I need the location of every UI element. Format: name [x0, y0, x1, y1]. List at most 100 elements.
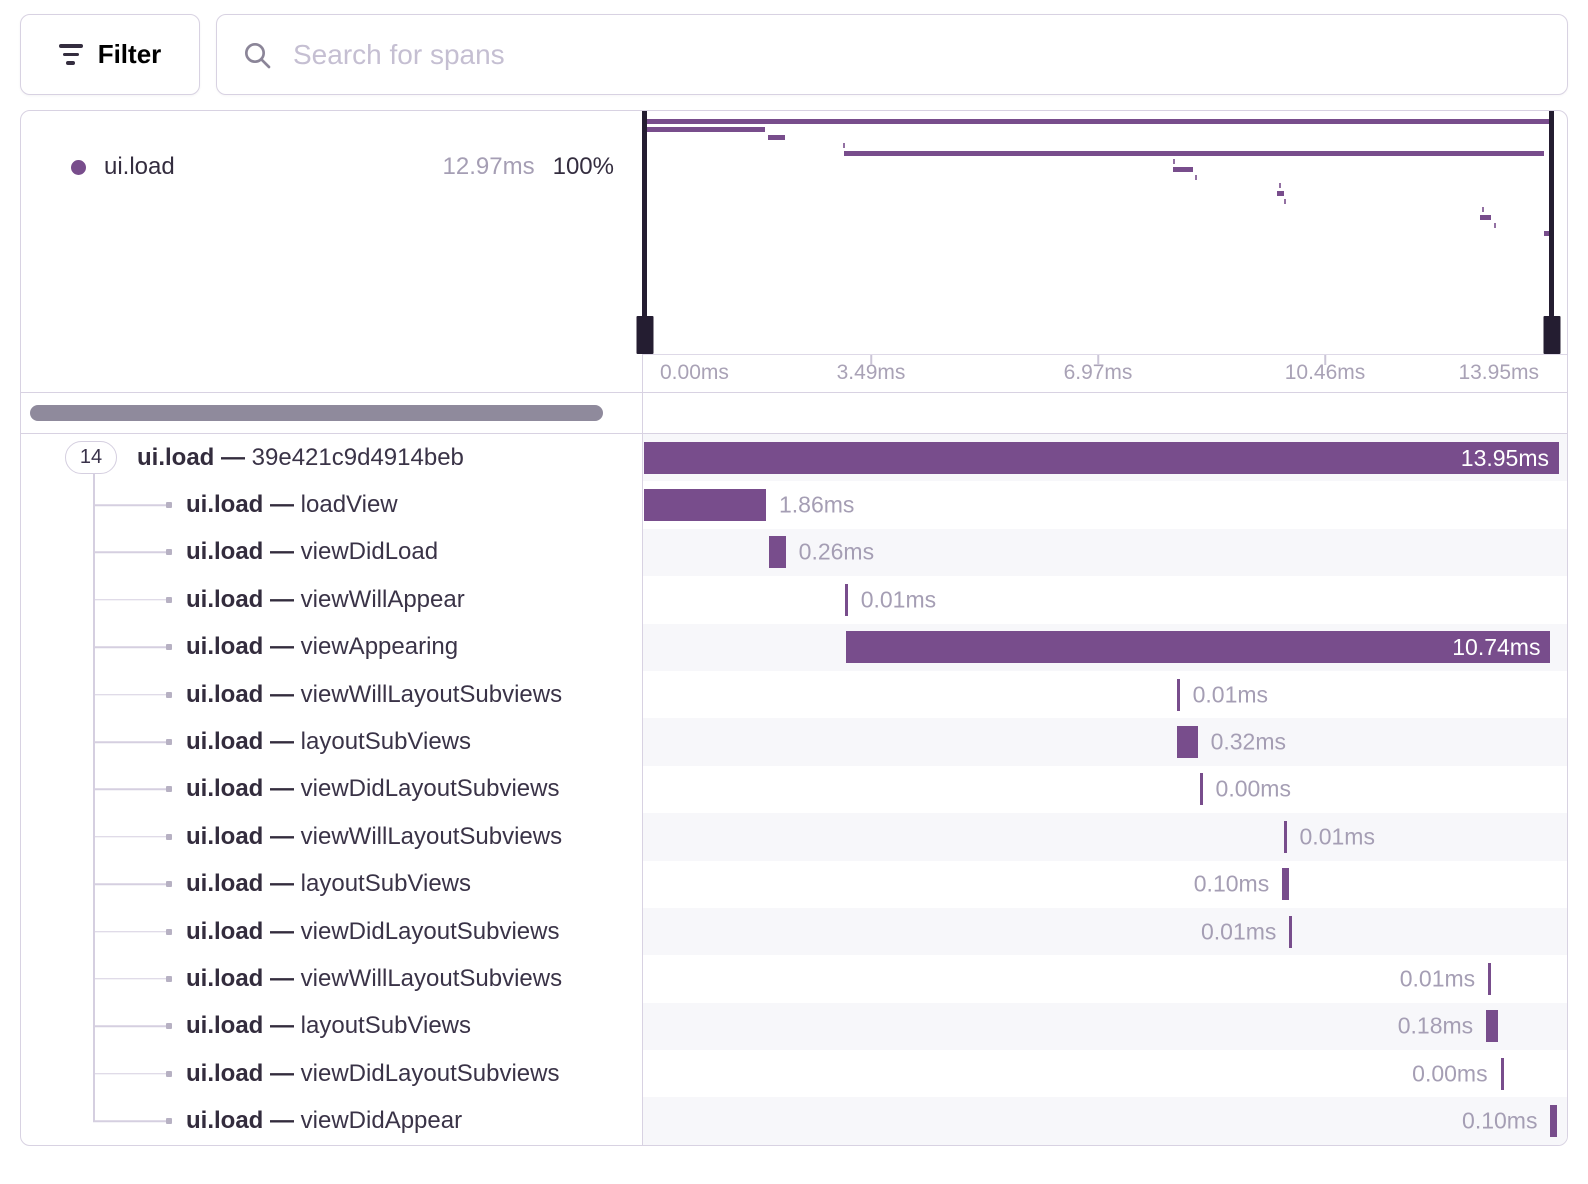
span-bar-cell[interactable]: 0.32ms [643, 718, 1567, 765]
span-bar-track: 0.26ms [644, 529, 1559, 576]
span-bar[interactable] [769, 536, 786, 568]
filter-button[interactable]: Filter [20, 14, 200, 95]
span-tree-cell[interactable]: ui.load — layoutSubViews [21, 1003, 643, 1050]
span-tree-cell[interactable]: 14 ui.load — 39e421c9d4914beb [21, 434, 643, 481]
span-op: ui.load — [186, 870, 294, 897]
span-tree-cell[interactable]: ui.load — viewWillLayoutSubviews [21, 813, 643, 860]
span-bar[interactable] [1200, 773, 1203, 805]
span-duration-label: 13.95ms [1461, 442, 1549, 474]
minimap-right-grip[interactable] [1543, 316, 1560, 354]
tree-scrollbar[interactable] [21, 393, 643, 433]
span-bar-track: 0.10ms [644, 1097, 1559, 1144]
minimap-span-bar [1494, 223, 1496, 228]
tree-hline [93, 789, 166, 791]
tree-node-dot [166, 1118, 172, 1124]
span-duration-label: 0.01ms [1400, 965, 1475, 992]
span-op: ui.load — [186, 633, 294, 660]
scrollbar-spacer [643, 393, 1567, 433]
span-tree-cell[interactable]: ui.load — viewAppearing [21, 624, 643, 671]
span-bar-cell[interactable]: 0.18ms [643, 1003, 1567, 1050]
span-bar[interactable]: 13.95ms [644, 442, 1559, 474]
op-duration: 12.97ms [443, 153, 535, 181]
tree-node-dot [166, 786, 172, 792]
span-bar[interactable] [845, 584, 848, 616]
span-bar-track: 0.01ms [644, 576, 1559, 623]
minimap-track [644, 111, 1552, 354]
span-row: ui.load — viewDidLayoutSubviews 0.01ms [21, 908, 1567, 955]
trace-minimap[interactable] [643, 111, 1567, 355]
span-bar[interactable] [1488, 963, 1491, 995]
span-tree-cell[interactable]: ui.load — layoutSubViews [21, 861, 643, 908]
span-bar[interactable] [1289, 916, 1292, 948]
span-description: viewAppearing [294, 633, 458, 660]
tree-hline [93, 1120, 166, 1122]
span-row: ui.load — loadView 1.86ms [21, 481, 1567, 528]
search-icon [241, 39, 273, 71]
span-bar-track: 10.74ms [644, 624, 1559, 671]
span-bar[interactable] [1550, 1105, 1557, 1137]
span-duration-label: 0.32ms [1211, 729, 1286, 756]
span-description: loadView [294, 491, 398, 518]
span-bar-cell[interactable]: 0.10ms [643, 1097, 1567, 1144]
span-label: ui.load — loadView [186, 491, 398, 519]
minimap-left-handle[interactable] [642, 111, 647, 354]
minimap-span-bar [844, 151, 1543, 156]
span-row: 14 ui.load — 39e421c9d4914beb 13.95ms [21, 434, 1567, 481]
span-tree-cell[interactable]: ui.load — viewDidLoad [21, 529, 643, 576]
span-label: ui.load — viewWillAppear [186, 586, 465, 614]
span-tree-cell[interactable]: ui.load — viewWillLayoutSubviews [21, 955, 643, 1002]
trace-panel: ui.load 12.97ms 100% 0.00ms3.49ms6.97ms1… [20, 110, 1568, 1146]
span-bar[interactable]: 10.74ms [846, 631, 1550, 663]
span-tree-cell[interactable]: ui.load — loadView [21, 481, 643, 528]
span-bar-track: 0.00ms [644, 766, 1559, 813]
span-search-box[interactable] [216, 14, 1568, 95]
span-bar-track: 0.00ms [644, 1050, 1559, 1097]
span-bar-cell[interactable]: 10.74ms [643, 624, 1567, 671]
span-description: viewDidAppear [294, 1107, 462, 1134]
span-bar[interactable] [1486, 1010, 1498, 1042]
span-rows: 14 ui.load — 39e421c9d4914beb 13.95ms ui… [21, 434, 1567, 1145]
span-bar-cell[interactable]: 0.01ms [643, 671, 1567, 718]
span-bar-cell[interactable]: 0.10ms [643, 861, 1567, 908]
span-bar-cell[interactable]: 0.01ms [643, 908, 1567, 955]
tree-hline [93, 931, 166, 933]
span-tree-cell[interactable]: ui.load — viewWillLayoutSubviews [21, 671, 643, 718]
span-bar[interactable] [1501, 1058, 1504, 1090]
span-bar[interactable] [1177, 679, 1180, 711]
span-label: ui.load — viewDidAppear [186, 1107, 462, 1135]
span-tree-cell[interactable]: ui.load — viewDidLayoutSubviews [21, 908, 643, 955]
span-bar[interactable] [1282, 868, 1289, 900]
child-count-badge[interactable]: 14 [65, 441, 117, 474]
minimap-right-handle[interactable] [1549, 111, 1554, 354]
span-bar-track: 13.95ms [644, 434, 1559, 481]
tree-node-dot [166, 549, 172, 555]
span-op: ui.load — [186, 918, 294, 945]
span-duration-label: 1.86ms [779, 492, 854, 519]
span-bar-cell[interactable]: 1.86ms [643, 481, 1567, 528]
span-tree-cell[interactable]: ui.load — layoutSubViews [21, 718, 643, 765]
minimap-left-grip[interactable] [636, 316, 653, 354]
span-tree-cell[interactable]: ui.load — viewDidAppear [21, 1097, 643, 1144]
span-tree-cell[interactable]: ui.load — viewWillAppear [21, 576, 643, 623]
search-input[interactable] [293, 39, 1543, 71]
span-label: ui.load — viewWillLayoutSubviews [186, 965, 562, 993]
span-bar[interactable] [644, 489, 766, 521]
span-op: ui.load — [186, 681, 294, 708]
span-bar-cell[interactable]: 0.00ms [643, 1050, 1567, 1097]
scrollbar-thumb[interactable] [30, 405, 603, 421]
span-tree-cell[interactable]: ui.load — viewDidLayoutSubviews [21, 766, 643, 813]
span-bar-track: 1.86ms [644, 481, 1559, 528]
span-bar-cell[interactable]: 0.00ms [643, 766, 1567, 813]
span-bar-cell[interactable]: 0.01ms [643, 576, 1567, 623]
span-bar-track: 0.01ms [644, 813, 1559, 860]
span-bar-cell[interactable]: 0.26ms [643, 529, 1567, 576]
span-tree-cell[interactable]: ui.load — viewDidLayoutSubviews [21, 1050, 643, 1097]
span-bar-cell[interactable]: 0.01ms [643, 955, 1567, 1002]
span-row: ui.load — viewWillLayoutSubviews 0.01ms [21, 813, 1567, 860]
span-bar[interactable] [1284, 821, 1287, 853]
span-bar-cell[interactable]: 13.95ms [643, 434, 1567, 481]
span-label: ui.load — 39e421c9d4914beb [137, 444, 464, 472]
span-bar[interactable] [1177, 726, 1198, 758]
op-legend-row[interactable]: ui.load 12.97ms 100% [21, 153, 642, 181]
span-bar-cell[interactable]: 0.01ms [643, 813, 1567, 860]
